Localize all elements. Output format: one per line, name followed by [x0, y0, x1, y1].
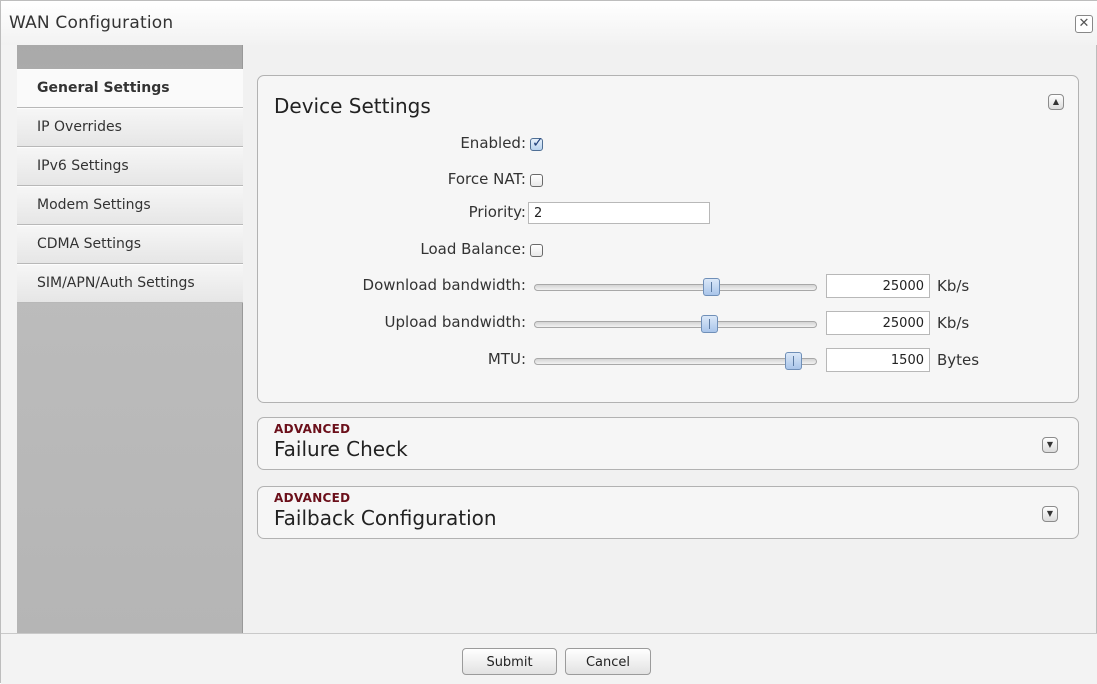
checkmark-icon: ✓ — [532, 135, 544, 151]
force-nat-label: Force NAT: — [447, 170, 526, 188]
device-settings-panel: Device Settings ▲ Enabled: Force NAT: Pr… — [257, 75, 1079, 403]
field-labels: Enabled: Force NAT: Priority: Load Balan… — [258, 76, 526, 402]
submit-button[interactable]: Submit — [462, 648, 557, 675]
sidebar-item-sim-apn-auth-settings[interactable]: SIM/APN/Auth Settings — [17, 264, 243, 303]
download-bandwidth-input[interactable] — [826, 274, 930, 298]
mtu-input[interactable] — [826, 348, 930, 372]
wan-configuration-dialog: WAN Configuration ✕ General Settings IP … — [0, 0, 1097, 684]
collapse-icon[interactable]: ▲ — [1048, 94, 1064, 110]
sidebar-item-ip-overrides[interactable]: IP Overrides — [17, 108, 243, 147]
mtu-label: MTU: — [487, 350, 526, 368]
advanced-badge: ADVANCED — [274, 491, 351, 505]
main-content: Device Settings ▲ Enabled: Force NAT: Pr… — [243, 45, 1096, 633]
close-icon[interactable]: ✕ — [1075, 15, 1093, 33]
upload-bandwidth-slider-handle[interactable] — [701, 315, 718, 333]
failure-check-panel[interactable]: ADVANCED Failure Check ▼ — [257, 417, 1079, 470]
failback-configuration-title: Failback Configuration — [274, 506, 497, 530]
title-bar: WAN Configuration ✕ — [1, 1, 1097, 45]
upload-bandwidth-input[interactable] — [826, 311, 930, 335]
sidebar-item-modem-settings[interactable]: Modem Settings — [17, 186, 243, 225]
settings-sidebar: General Settings IP Overrides IPv6 Setti… — [17, 45, 243, 633]
mtu-slider-handle[interactable] — [785, 352, 802, 370]
enabled-checkbox[interactable]: ✓ — [530, 135, 544, 151]
failure-check-title: Failure Check — [274, 437, 408, 461]
download-bandwidth-slider[interactable] — [534, 284, 817, 291]
cancel-button[interactable]: Cancel — [565, 648, 651, 675]
sidebar-item-general-settings[interactable]: General Settings — [17, 69, 243, 108]
mtu-unit: Bytes — [937, 351, 980, 369]
upload-bandwidth-slider[interactable] — [534, 321, 817, 328]
force-nat-checkbox[interactable] — [530, 174, 543, 187]
expand-icon[interactable]: ▼ — [1042, 437, 1058, 453]
priority-label: Priority: — [468, 203, 526, 221]
download-unit: Kb/s — [937, 277, 970, 295]
upload-unit: Kb/s — [937, 314, 970, 332]
download-bandwidth-label: Download bandwidth: — [362, 276, 526, 294]
failback-configuration-panel[interactable]: ADVANCED Failback Configuration ▼ — [257, 486, 1079, 539]
upload-bandwidth-label: Upload bandwidth: — [384, 313, 526, 331]
advanced-badge: ADVANCED — [274, 422, 351, 436]
mtu-slider[interactable] — [534, 358, 817, 365]
dialog-title: WAN Configuration — [9, 13, 174, 33]
sidebar-item-cdma-settings[interactable]: CDMA Settings — [17, 225, 243, 264]
load-balance-label: Load Balance: — [420, 240, 526, 258]
sidebar-item-ipv6-settings[interactable]: IPv6 Settings — [17, 147, 243, 186]
dialog-footer: Submit Cancel — [1, 633, 1097, 684]
enabled-label: Enabled: — [460, 134, 526, 152]
download-bandwidth-slider-handle[interactable] — [703, 278, 720, 296]
load-balance-checkbox[interactable] — [530, 244, 543, 257]
expand-icon[interactable]: ▼ — [1042, 506, 1058, 522]
priority-input[interactable] — [528, 202, 710, 224]
